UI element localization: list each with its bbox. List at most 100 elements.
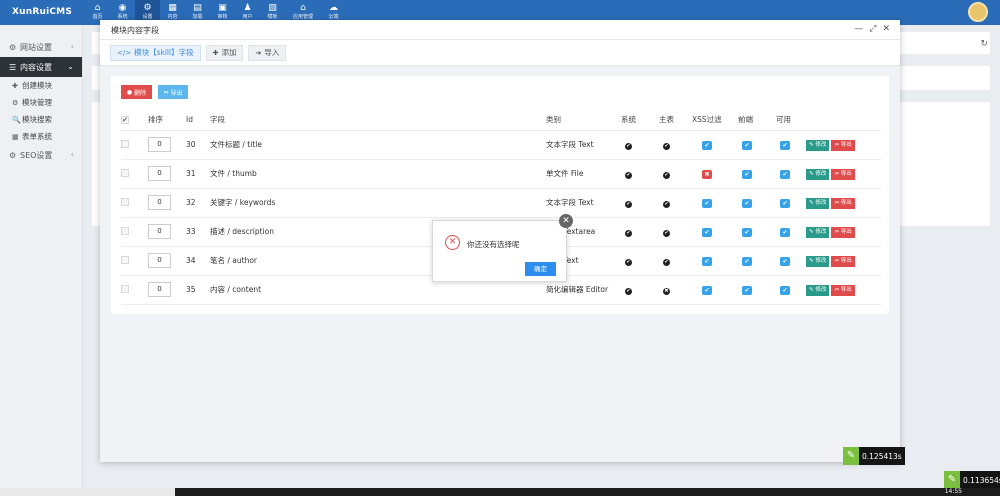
row-checkbox[interactable]	[121, 284, 129, 293]
edit-button[interactable]: ✎ 修改	[806, 168, 830, 180]
plus-icon: ✚	[212, 48, 219, 57]
field-type: 单文件 File	[546, 159, 621, 189]
front-checked-icon[interactable]: ✔	[742, 169, 752, 179]
row-checkbox[interactable]	[121, 255, 129, 264]
tab-add[interactable]: ✚ 添加	[205, 44, 244, 61]
edit-button[interactable]: ✎ 修改	[806, 139, 830, 151]
enabled-checked-icon[interactable]: ✔	[780, 169, 790, 179]
row-export-button[interactable]: ⇔ 导出	[831, 197, 855, 209]
table-row: 0 31 文件 / thumb 单文件 File ✔ ✔ ✖ ✔ ✔ ✎ 修改 ⇔ 导出	[121, 159, 881, 189]
debug-timer-inner[interactable]: ✎ 0.125413s	[843, 447, 905, 465]
select-all-checkbox[interactable]: ✔	[121, 116, 129, 125]
xss-checked-icon[interactable]: ✔	[702, 256, 712, 266]
front-checked-icon[interactable]: ✔	[742, 140, 752, 150]
sidebar-sub-module-search[interactable]: 🔍 模块搜索	[0, 111, 82, 128]
sort-input[interactable]: 0	[148, 195, 171, 210]
sidebar-item-content-settings[interactable]: ☰ 内容设置 ⌄	[0, 57, 82, 77]
taskbar-search[interactable]	[0, 488, 175, 496]
enabled-checked-icon[interactable]: ✔	[780, 256, 790, 266]
front-checked-icon[interactable]: ✔	[742, 227, 752, 237]
sort-input[interactable]: 0	[148, 137, 171, 152]
edit-icon: ✎	[809, 199, 814, 206]
front-checked-icon[interactable]: ✔	[742, 198, 752, 208]
template-icon: ▧	[268, 3, 277, 13]
sort-input[interactable]: 0	[148, 282, 171, 297]
sort-input[interactable]: 0	[148, 253, 171, 268]
row-checkbox[interactable]	[121, 226, 129, 235]
enabled-checked-icon[interactable]: ✔	[780, 285, 790, 295]
xss-checked-icon[interactable]: ✔	[702, 140, 712, 150]
debug-timer-outer[interactable]: ✎ 0.113654s	[944, 471, 1000, 489]
export-label: 导出	[840, 228, 852, 235]
sidebar-item-site-settings[interactable]: ⚙ 网站设置 ‹	[0, 37, 82, 57]
row-checkbox[interactable]	[121, 197, 129, 206]
xss-unchecked-icon[interactable]: ✖	[702, 169, 712, 179]
edit-icon: ✎	[809, 257, 814, 264]
modal-title: 模块内容字段	[111, 26, 159, 35]
edit-button[interactable]: ✎ 修改	[806, 197, 830, 209]
sort-input[interactable]: 0	[148, 224, 171, 239]
row-checkbox[interactable]	[121, 168, 129, 177]
front-checked-icon[interactable]: ✔	[742, 256, 752, 266]
export-icon: ⇔	[834, 257, 839, 264]
field-id: 30	[186, 130, 210, 160]
tab-module-fields[interactable]: </> 模块【skill】字段	[110, 44, 201, 61]
edit-icon: ✎	[809, 170, 814, 177]
row-export-button[interactable]: ⇔ 导出	[831, 168, 855, 180]
xss-checked-icon[interactable]: ✔	[702, 198, 712, 208]
table-row: 0 32 关键字 / keywords 文本字段 Text ✔ ✔ ✔ ✔ ✔ ✎ 修改 ⇔ 导出	[121, 188, 881, 218]
alert-message: 你还没有选择呢	[467, 240, 520, 249]
export-icon: ⇔	[834, 141, 839, 148]
enabled-checked-icon[interactable]: ✔	[780, 227, 790, 237]
avatar[interactable]	[968, 2, 988, 22]
ok-button[interactable]: 确定	[525, 262, 556, 276]
edit-icon: ✎	[809, 141, 814, 148]
sidebar-item-seo-settings[interactable]: ⚙ SEO设置 ‹	[0, 145, 82, 165]
front-checked-icon[interactable]: ✔	[742, 285, 752, 295]
close-icon[interactable]: ✕	[882, 24, 890, 34]
field-name: 关键字 / keywords	[210, 188, 546, 218]
main-check-circle-icon: ✔	[663, 258, 670, 266]
modal-title-bar[interactable]: 模块内容字段 — ⤢ ✕	[100, 20, 900, 40]
xss-checked-icon[interactable]: ✔	[702, 285, 712, 295]
col-system: 系统	[621, 110, 659, 131]
xss-checked-icon[interactable]: ✔	[702, 227, 712, 237]
enabled-checked-icon[interactable]: ✔	[780, 198, 790, 208]
row-export-button[interactable]: ⇔ 导出	[831, 284, 855, 296]
maximize-icon[interactable]: ⤢	[869, 24, 876, 34]
delete-button[interactable]: ● 删除	[121, 85, 152, 99]
row-export-button[interactable]: ⇔ 导出	[831, 255, 855, 267]
sidebar-sub-module-manage[interactable]: ⚙ 模块管理	[0, 94, 82, 111]
chevron-left-icon: ‹	[70, 42, 74, 51]
enabled-checked-icon[interactable]: ✔	[780, 140, 790, 150]
search-icon: 🔍	[12, 115, 21, 124]
edit-label: 修改	[815, 141, 827, 148]
taskbar-clock: 14:55	[944, 488, 962, 495]
system-check-circle-icon: ✔	[625, 200, 632, 208]
close-icon[interactable]: ✕	[559, 214, 573, 228]
brand-logo[interactable]: XunRuiCMS	[12, 7, 72, 17]
sort-input[interactable]: 0	[148, 166, 171, 181]
system-check-circle-icon: ✔	[625, 142, 632, 150]
minimize-icon[interactable]: —	[854, 24, 863, 34]
system-check-circle-icon: ✔	[625, 229, 632, 237]
modal-tabs: </> 模块【skill】字段 ✚ 添加 ➜ 导入	[100, 40, 900, 66]
col-main: 主表	[659, 110, 692, 131]
edit-button[interactable]: ✎ 修改	[806, 284, 830, 296]
edit-button[interactable]: ✎ 修改	[806, 255, 830, 267]
modal-controls: — ⤢ ✕	[854, 24, 890, 34]
sidebar-sub-create-module[interactable]: ✚ 创建模块	[0, 77, 82, 94]
field-name: 文件标题 / title	[210, 130, 546, 160]
delete-button-label: 删除	[134, 89, 147, 97]
table-row: 0 30 文件标题 / title 文本字段 Text ✔ ✔ ✔ ✔ ✔ ✎ 修改 ⇔ 导出	[121, 130, 881, 160]
plus-icon: ✚	[12, 81, 18, 90]
row-checkbox[interactable]	[121, 139, 129, 148]
export-button[interactable]: ⇔ 导出	[158, 85, 188, 99]
edit-button[interactable]: ✎ 修改	[806, 226, 830, 238]
refresh-icon[interactable]: ↻	[980, 39, 988, 49]
row-export-button[interactable]: ⇔ 导出	[831, 226, 855, 238]
sidebar-sub-form-system[interactable]: ▦ 表单系统	[0, 128, 82, 145]
row-export-button[interactable]: ⇔ 导出	[831, 139, 855, 151]
tab-import[interactable]: ➜ 导入	[248, 44, 287, 61]
gears-icon: ⚙	[12, 98, 19, 107]
